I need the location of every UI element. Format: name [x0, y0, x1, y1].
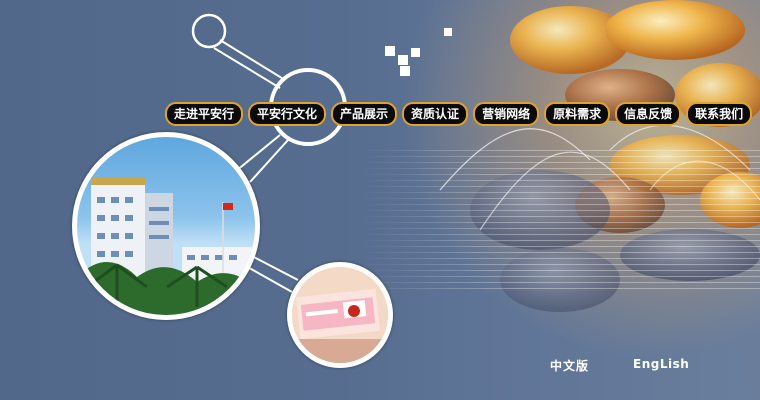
nav-item-culture[interactable]: 平安行文化 [248, 102, 327, 126]
nav-item-materials[interactable]: 原料需求 [544, 102, 611, 126]
nav-item-feedback[interactable]: 信息反馈 [615, 102, 682, 126]
nav-item-certification[interactable]: 资质认证 [402, 102, 469, 126]
splash-banner: 走进平安行 平安行文化 产品展示 资质认证 营销网络 原料需求 信息反馈 联系我… [0, 0, 760, 400]
chinese-version-link[interactable]: 中文版 [550, 357, 589, 374]
nav-item-about[interactable]: 走进平安行 [165, 102, 244, 126]
building-photo [72, 132, 260, 320]
english-version-link[interactable]: EngLish [633, 357, 689, 371]
nav-item-contact[interactable]: 联系我们 [686, 102, 753, 126]
product-photo [287, 262, 393, 368]
nav-item-products[interactable]: 产品展示 [331, 102, 398, 126]
small-ring [191, 13, 227, 49]
nav-item-sales-network[interactable]: 营销网络 [473, 102, 540, 126]
main-nav: 走进平安行 平安行文化 产品展示 资质认证 营销网络 原料需求 信息反馈 联系我… [165, 102, 753, 126]
